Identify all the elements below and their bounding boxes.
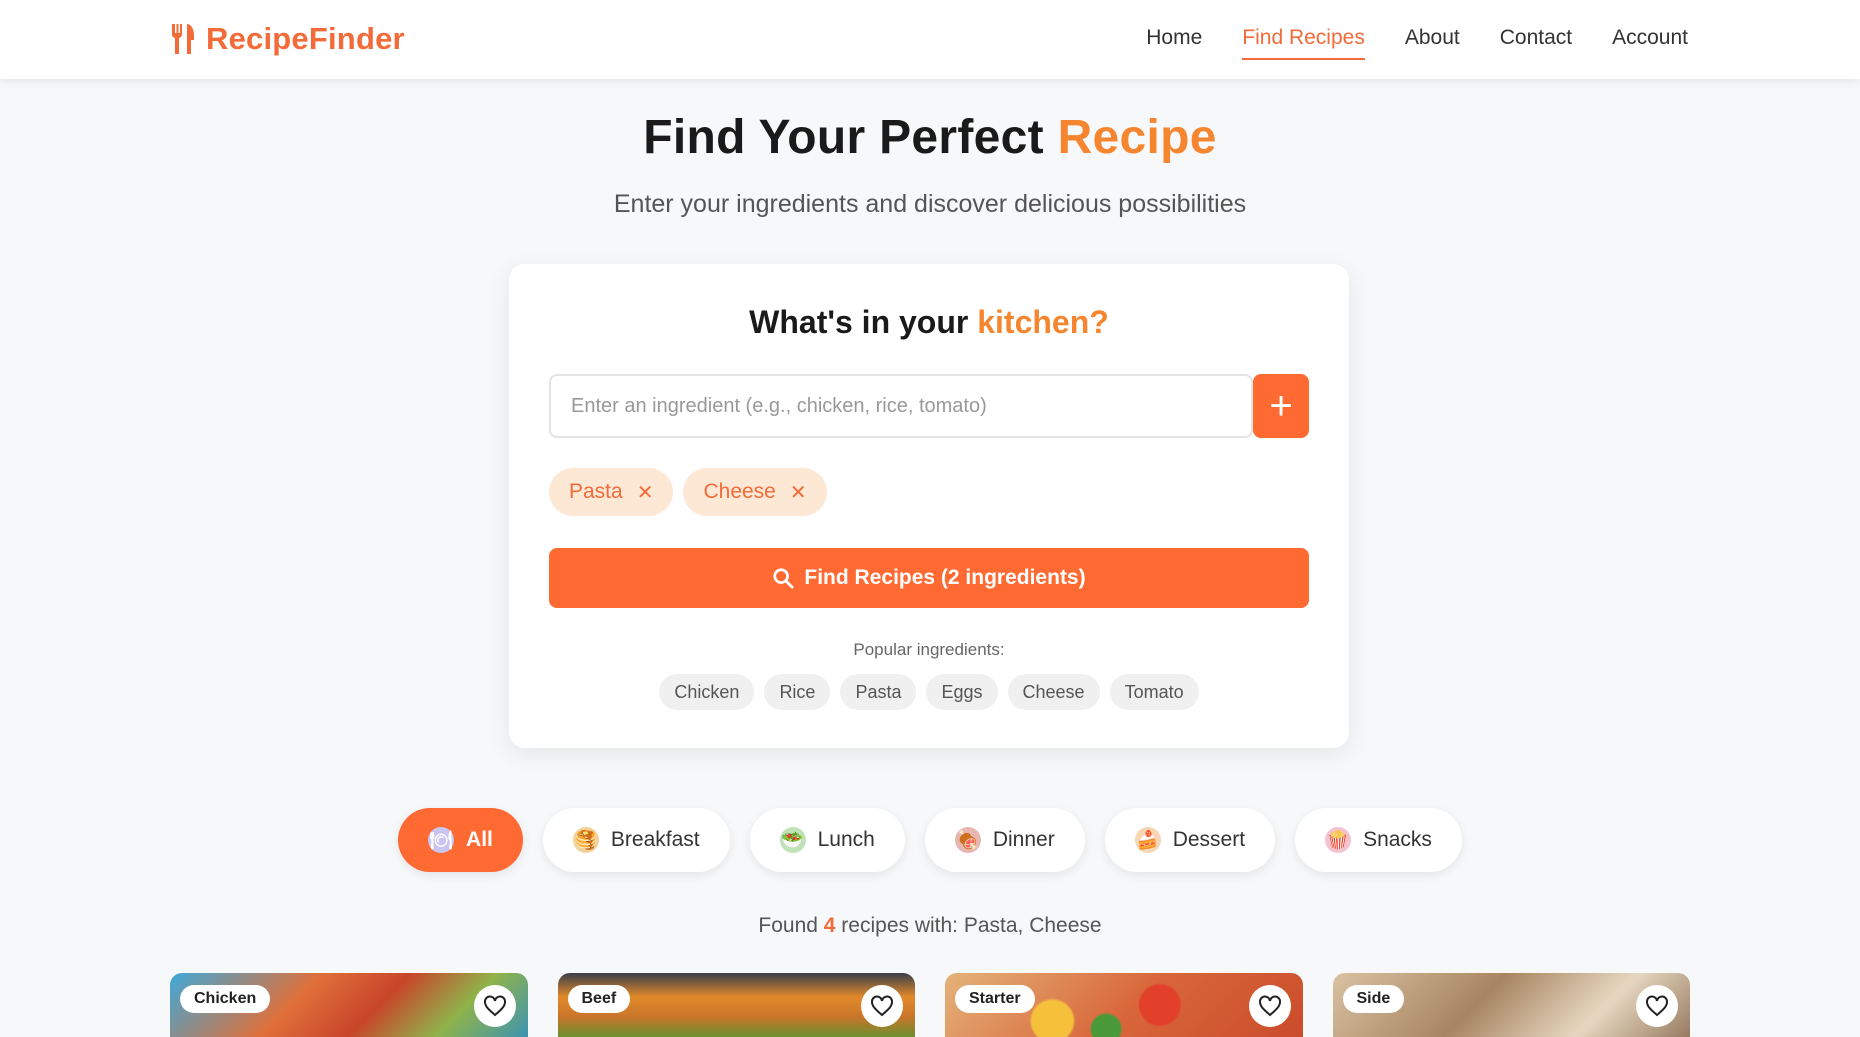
category-label: Dinner [992,828,1055,851]
category-breakfast[interactable]: 🥞 Breakfast [542,808,730,872]
favorite-button[interactable] [1636,985,1678,1027]
nav-find-recipes[interactable]: Find Recipes [1242,22,1365,60]
results-count: 4 [823,914,836,937]
category-lunch[interactable]: 🥗 Lunch [749,808,905,872]
category-dessert[interactable]: 🍰 Dessert [1104,808,1276,872]
search-card-title: What's in your kitchen? [509,304,1349,341]
favorite-button[interactable] [473,985,516,1027]
cake-icon: 🍰 [1134,827,1161,853]
nav-contact[interactable]: Contact [1500,22,1572,60]
results-summary: Found 4 recipes with: Pasta, Cheese [0,914,1860,938]
category-label: Lunch [817,828,875,851]
add-ingredient-button[interactable]: + [1253,374,1309,438]
category-label: Snacks [1363,828,1432,851]
utensils-icon [171,24,194,54]
category-filters: 🍽 All 🥞 Breakfast 🥗 Lunch 🍖 Dinner 🍰 Des… [0,808,1860,872]
popular-chip-rice[interactable]: Rice [764,674,831,710]
top-header: RecipeFinder Home Find Recipes About Con… [0,0,1860,79]
category-snacks[interactable]: 🍿 Snacks [1295,808,1462,872]
ingredient-input[interactable] [549,374,1253,438]
category-label: Breakfast [610,828,700,851]
ingredient-search-card: What's in your kitchen? + Pasta ✕ Cheese… [509,264,1349,748]
recipe-category-badge: Side [1342,985,1405,1013]
category-all[interactable]: 🍽 All [398,808,523,872]
recipe-category-badge: Starter [955,985,1035,1013]
find-recipes-label: Find Recipes (2 ingredients) [804,566,1086,589]
recipe-card[interactable]: Beef [557,973,915,1037]
nav-about[interactable]: About [1405,22,1460,60]
popular-ingredients: Chicken Rice Pasta Eggs Cheese Tomato [509,674,1349,710]
popular-chip-chicken[interactable]: Chicken [659,674,755,710]
category-label: All [466,828,493,851]
brand-name: RecipeFinder [206,21,405,56]
popular-chip-cheese[interactable]: Cheese [1007,674,1100,710]
heart-icon [1646,995,1668,1017]
nav-home[interactable]: Home [1146,22,1202,60]
page-title: Find Your Perfect Recipe [0,110,1860,165]
ingredient-tag-cheese: Cheese ✕ [683,468,827,516]
find-recipes-button[interactable]: Find Recipes (2 ingredients) [549,548,1309,608]
main-nav: Home Find Recipes About Contact Account [1146,22,1688,60]
brand-logo[interactable]: RecipeFinder [170,20,405,58]
heart-icon [483,995,506,1017]
popular-ingredients-label: Popular ingredients: [853,640,1005,659]
favorite-button[interactable] [1248,985,1291,1027]
page-subtitle: Enter your ingredients and discover deli… [613,190,1247,218]
ingredient-tag-pasta: Pasta ✕ [549,468,674,516]
search-card-title-accent: kitchen? [977,304,1109,340]
recipe-category-badge: Beef [567,985,631,1013]
remove-tag-icon[interactable]: ✕ [790,480,807,505]
page-title-main: Find Your Perfect [643,111,1058,164]
category-dinner[interactable]: 🍖 Dinner [924,808,1085,872]
meat-icon: 🍖 [954,827,981,853]
salad-icon: 🥗 [779,827,806,853]
plate-icon: 🍽 [428,827,455,853]
results-suffix: recipes with: Pasta, Cheese [835,914,1102,937]
recipe-card[interactable]: Side [1332,973,1690,1037]
search-card-title-main: What's in your [749,304,978,340]
recipe-card[interactable]: Starter [945,973,1303,1037]
page-title-accent: Recipe [1057,111,1217,164]
category-label: Dessert [1172,828,1246,851]
popular-chip-tomato[interactable]: Tomato [1109,674,1199,710]
heart-icon [1258,995,1281,1017]
results-prefix: Found [758,914,824,937]
remove-tag-icon[interactable]: ✕ [637,480,654,505]
popular-chip-eggs[interactable]: Eggs [926,674,998,710]
nav-account[interactable]: Account [1612,22,1688,60]
recipe-card[interactable]: Chicken [170,973,528,1037]
recipe-grid: Chicken Beef Starter Side [170,973,1690,1037]
heart-icon [871,995,893,1017]
recipe-category-badge: Chicken [180,985,271,1013]
favorite-button[interactable] [861,985,903,1027]
popcorn-icon: 🍿 [1325,827,1352,853]
selected-ingredients: Pasta ✕ Cheese ✕ [549,468,827,516]
pancake-icon: 🥞 [572,827,599,853]
popular-chip-pasta[interactable]: Pasta [840,674,917,710]
search-icon [773,568,794,589]
ingredient-tag-label: Cheese [703,480,776,503]
ingredient-tag-label: Pasta [569,480,623,503]
